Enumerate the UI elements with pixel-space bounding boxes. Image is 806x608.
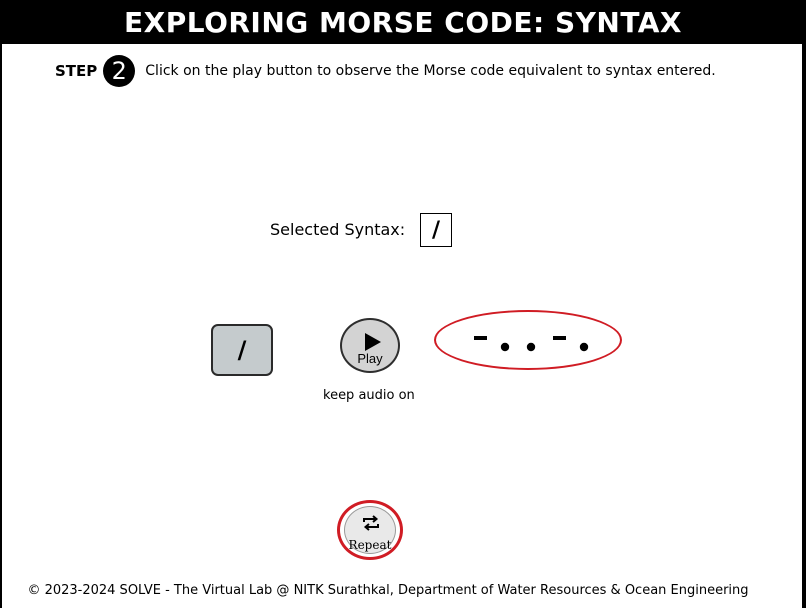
- left-border: [0, 0, 2, 608]
- footer-copyright: © 2023-2024 SOLVE - The Virtual Lab @ NI…: [27, 583, 749, 598]
- syntax-key-button[interactable]: /: [211, 324, 273, 376]
- step-number-badge: 2: [103, 55, 136, 87]
- play-button[interactable]: Play: [340, 318, 400, 373]
- repeat-icon: [363, 515, 379, 531]
- selected-syntax-label: Selected Syntax:: [270, 220, 406, 239]
- morse-dot: [579, 342, 589, 352]
- repeat-button-label: Repeat: [348, 538, 392, 552]
- step-instruction-text: Click on the play button to observe the …: [145, 63, 716, 79]
- play-icon: [365, 333, 381, 351]
- morse-dash: [553, 336, 566, 340]
- play-button-label: Play: [357, 351, 383, 366]
- morse-dot: [500, 342, 510, 352]
- selected-syntax-value: /: [420, 213, 452, 247]
- right-border: [802, 0, 806, 608]
- audio-note: keep audio on: [323, 388, 415, 403]
- step-label: STEP: [55, 62, 98, 80]
- morse-dash: [474, 336, 487, 340]
- repeat-button-face: Repeat: [344, 506, 396, 554]
- repeat-button[interactable]: Repeat: [337, 500, 403, 560]
- morse-code-display: [474, 336, 589, 352]
- step-instruction-row: STEP 2 Click on the play button to obser…: [55, 55, 716, 87]
- page-title: EXPLORING MORSE CODE: SYNTAX: [123, 5, 683, 39]
- morse-dot: [526, 342, 536, 352]
- header-bar: EXPLORING MORSE CODE: SYNTAX: [0, 0, 806, 44]
